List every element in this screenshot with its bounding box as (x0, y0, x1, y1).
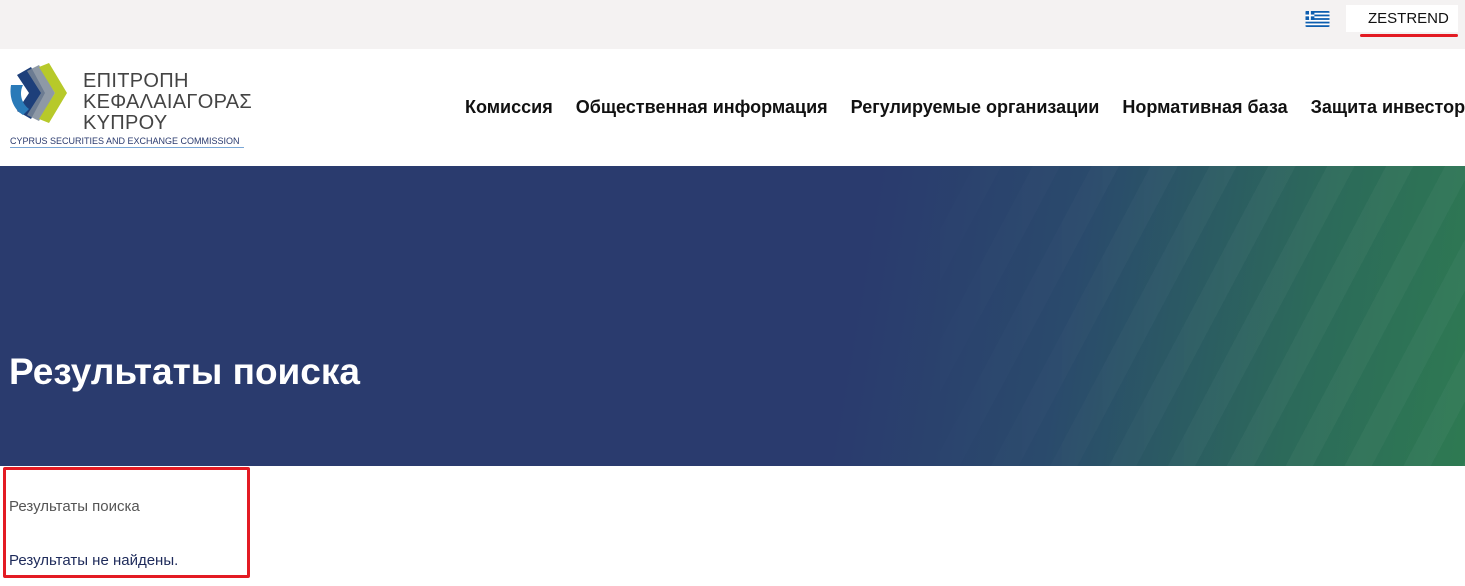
site-header: ΕΠΙΤΡΟΠΗ ΚΕΦΑΛΑΙΑΓΟΡΑΣ ΚΥΠΡΟΥ CYPRUS SEC… (0, 49, 1465, 166)
logo-mark-icon (10, 63, 67, 123)
top-bar (0, 0, 1465, 49)
search-box[interactable] (1346, 5, 1458, 32)
nav-item-commission[interactable]: Комиссия (465, 95, 553, 119)
main-nav: Комиссия Общественная информация Регулируе… (465, 95, 1465, 119)
results-heading: Результаты поиска (9, 498, 140, 515)
search-input[interactable] (1346, 5, 1458, 32)
search-underline (1360, 34, 1458, 37)
logo-divider (10, 147, 244, 148)
greek-flag-icon[interactable] (1305, 11, 1330, 27)
nav-item-legal-framework[interactable]: Нормативная база (1122, 95, 1287, 119)
no-results-message: Результаты не найдены. (9, 552, 179, 569)
nav-item-public-information[interactable]: Общественная информация (576, 95, 828, 119)
nav-item-regulated-entities[interactable]: Регулируемые организации (851, 95, 1100, 119)
hero-pattern (0, 166, 1465, 466)
cysec-logo[interactable]: ΕΠΙΤΡΟΠΗ ΚΕΦΑΛΑΙΑΓΟΡΑΣ ΚΥΠΡΟΥ CYPRUS SEC… (9, 63, 253, 153)
logo-text-line2: ΚΕΦΑΛΑΙΑΓΟΡΑΣ (83, 91, 253, 113)
logo-text-line1: ΕΠΙΤΡΟΠΗ (83, 70, 189, 92)
logo-text-line3: ΚΥΠΡΟΥ (83, 112, 168, 134)
logo-subtitle: CYPRUS SECURITIES AND EXCHANGE COMMISSIO… (10, 136, 240, 146)
hero-banner: Результаты поиска (0, 166, 1465, 466)
nav-item-investor-protection[interactable]: Защита инвесторов (1311, 95, 1465, 119)
page-title: Результаты поиска (9, 351, 360, 392)
